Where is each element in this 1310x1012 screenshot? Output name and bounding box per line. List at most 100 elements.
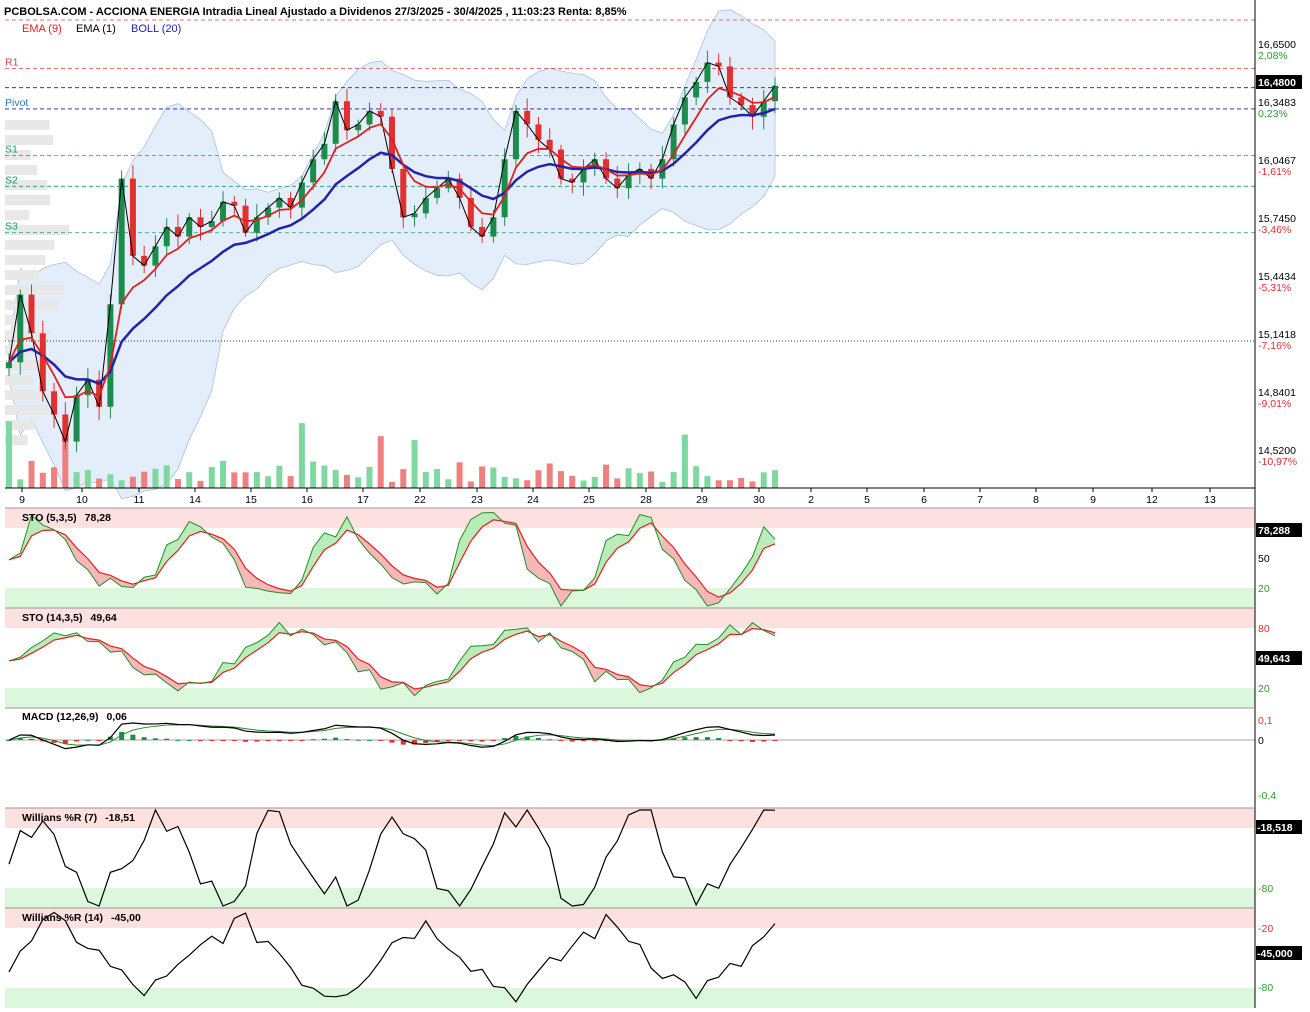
wr14-value-box: -45,000 <box>1256 946 1302 960</box>
last-price-box: 16,4800 <box>1256 75 1302 89</box>
volume-bar <box>355 477 362 488</box>
volume-bar <box>389 481 395 488</box>
volume-bar <box>265 476 272 488</box>
volume-bar <box>174 479 181 488</box>
volume-profile-bar <box>5 285 65 295</box>
volume-bar <box>524 480 531 488</box>
volume-bar <box>366 466 373 488</box>
volume-bar <box>28 460 35 488</box>
macd-hist-bar <box>581 740 586 742</box>
macd-hist-bar <box>378 740 384 741</box>
sto2-label: STO (14,3,5) 49,64 <box>22 612 117 624</box>
wr7-oversold-zone <box>5 888 1255 908</box>
svg-text:-45,000: -45,000 <box>1257 948 1293 960</box>
macd-hist-bar <box>355 739 361 741</box>
sto2-overbought-zone <box>5 608 1255 628</box>
sto1-tick-50: 50 <box>1258 553 1270 565</box>
sto2-tick-20: 20 <box>1258 683 1270 695</box>
volume-bar <box>546 463 553 488</box>
macd-hist-bar <box>152 738 158 740</box>
macd-hist-bar <box>231 740 237 741</box>
volume-bar <box>276 465 283 488</box>
level-label-pivot: Pivot <box>5 97 28 109</box>
x-tick-label: 14 <box>189 494 201 506</box>
sto2-tick-80: 80 <box>1258 623 1270 635</box>
volume-bar <box>400 469 407 488</box>
macd-hist-bar <box>164 738 170 740</box>
macd-hist-bar <box>299 740 305 741</box>
volume-bar <box>343 474 350 488</box>
macd-hist-bar <box>468 740 474 742</box>
legend-boll: BOLL (20) <box>131 23 181 35</box>
volume-profile-bar <box>5 270 40 280</box>
volume-bar <box>681 434 688 488</box>
pct-tick: 2,08% <box>1258 50 1288 62</box>
volume-bar <box>760 472 767 488</box>
macd-hist-bar <box>479 740 485 742</box>
macd-hist-bar <box>130 734 136 740</box>
volume-bar <box>772 470 778 488</box>
pct-tick: 0,23% <box>1258 108 1288 120</box>
macd-hist-bar <box>727 740 733 741</box>
volume-bar <box>445 479 452 488</box>
volume-bar <box>321 465 328 488</box>
x-tick-label: 5 <box>864 494 870 506</box>
macd-hist-bar <box>738 740 744 742</box>
volume-profile-bar <box>5 210 29 220</box>
svg-text:49,643: 49,643 <box>1258 653 1290 665</box>
volume-bar <box>220 460 227 488</box>
volume-bar <box>738 477 745 488</box>
macd-hist-bar <box>276 740 282 741</box>
volume-bar <box>490 467 497 488</box>
volume-bar <box>208 467 215 488</box>
sto1-label: STO (5,3,5) 78,28 <box>22 512 111 524</box>
wr14-oversold-zone <box>5 988 1255 1008</box>
stock-chart: PCBOLSA.COM - ACCIONA ENERGIA Intradia L… <box>0 0 1310 1012</box>
volume-bar <box>614 478 621 488</box>
macd-hist-bar <box>535 737 541 740</box>
x-tick-label: 29 <box>696 494 708 506</box>
wr7-label: Willians %R (7) -18,51 <box>22 812 135 824</box>
volume-bar <box>163 465 170 488</box>
macd-label: MACD (12,26,9) 0,06 <box>22 711 127 723</box>
volume-bar <box>580 480 587 488</box>
macd-hist-bar <box>175 739 181 741</box>
volume-bar <box>715 480 722 488</box>
volume-bar <box>141 471 148 488</box>
volume-bar <box>659 481 666 488</box>
macd-hist-bar <box>321 738 327 740</box>
macd-hist-bar <box>96 740 102 741</box>
chart-title: PCBOLSA.COM - ACCIONA ENERGIA Intradia L… <box>4 6 627 18</box>
macd-hist-bar <box>85 739 91 741</box>
pct-tick: -3,46% <box>1258 224 1291 236</box>
volume-bar <box>197 480 204 488</box>
volume-profile-bar <box>5 195 51 205</box>
macd-hist-bar <box>716 738 722 740</box>
macd-hist-bar <box>198 740 203 741</box>
macd-hist-bar <box>344 738 350 740</box>
macd-hist-bar <box>141 737 147 740</box>
volume-bar <box>107 474 114 488</box>
sto1-value-box: 78,288 <box>1256 523 1302 537</box>
macd-tick-0: 0 <box>1258 735 1264 747</box>
volume-bar <box>456 462 463 488</box>
macd-hist-bar <box>749 740 755 742</box>
pct-tick: -9,01% <box>1258 398 1291 410</box>
macd-hist-bar <box>288 740 294 741</box>
pct-tick: -5,31% <box>1258 282 1291 294</box>
level-label-s3: S3 <box>5 221 18 233</box>
macd-hist-bar <box>457 740 463 741</box>
sto1-tick-20: 20 <box>1258 583 1270 595</box>
volume-profile-bar <box>5 375 33 385</box>
macd-hist-bar <box>693 737 699 740</box>
macd-tick-01: 0,1 <box>1258 715 1273 727</box>
volume-bar <box>17 479 24 488</box>
volume-profile-bar <box>5 255 46 265</box>
macd-hist-bar <box>186 739 192 741</box>
x-tick-label: 7 <box>977 494 983 506</box>
level-label-s1: S1 <box>5 143 18 155</box>
legend-ema1: EMA (1) <box>76 23 116 35</box>
volume-bar <box>51 467 58 488</box>
volume-bar <box>152 468 159 488</box>
x-tick-label: 6 <box>921 494 927 506</box>
